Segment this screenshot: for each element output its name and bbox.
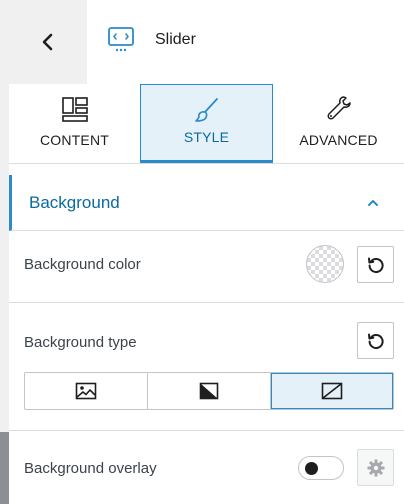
panel-header: Slider	[9, 0, 404, 84]
gear-icon	[367, 459, 384, 476]
back-button[interactable]	[9, 0, 87, 84]
left-edge-dark-segment	[0, 432, 9, 504]
widget-title: Slider	[155, 31, 196, 48]
tab-content[interactable]: CONTENT	[9, 84, 140, 163]
panel-tabs: CONTENT STYLE ADVANCED	[9, 84, 404, 164]
background-overlay-toggle[interactable]	[298, 456, 344, 480]
background-type-selector	[24, 372, 394, 410]
reset-icon	[367, 257, 384, 273]
background-overlay-label: Background overlay	[24, 460, 157, 477]
wrench-icon	[327, 96, 351, 120]
image-icon	[75, 382, 97, 400]
overlay-settings-button[interactable]	[357, 449, 394, 486]
chevron-left-icon	[42, 33, 53, 51]
chevron-up-icon	[368, 199, 378, 206]
row-divider	[9, 430, 404, 431]
toggle-knob	[305, 462, 318, 475]
brush-icon	[194, 98, 218, 122]
left-edge-strip	[0, 0, 9, 504]
background-color-swatch[interactable]	[306, 245, 344, 283]
bg-type-gradient-option[interactable]	[148, 373, 271, 409]
tab-advanced[interactable]: ADVANCED	[273, 84, 404, 163]
bg-type-image-option[interactable]	[25, 373, 148, 409]
layout-icon	[61, 97, 88, 122]
tab-style[interactable]: STYLE	[140, 84, 273, 163]
section-title: Background	[29, 192, 120, 212]
bg-type-none-option[interactable]	[271, 373, 393, 409]
tab-content-label: CONTENT	[39, 132, 110, 148]
background-type-label: Background type	[24, 334, 137, 351]
tab-advanced-label: ADVANCED	[299, 132, 378, 148]
reset-icon	[367, 333, 384, 349]
background-section-header[interactable]: Background	[9, 175, 404, 231]
slider-widget-icon	[108, 27, 134, 52]
tab-style-label: STYLE	[183, 129, 230, 145]
widget-settings-panel: Slider CONTENT STYLE ADVANCED Background…	[9, 0, 404, 504]
no-background-icon	[321, 382, 343, 400]
row-divider	[9, 302, 404, 303]
background-color-label: Background color	[24, 256, 141, 273]
gradient-icon	[199, 382, 219, 400]
background-type-reset-button[interactable]	[357, 322, 394, 359]
background-color-reset-button[interactable]	[357, 246, 394, 283]
